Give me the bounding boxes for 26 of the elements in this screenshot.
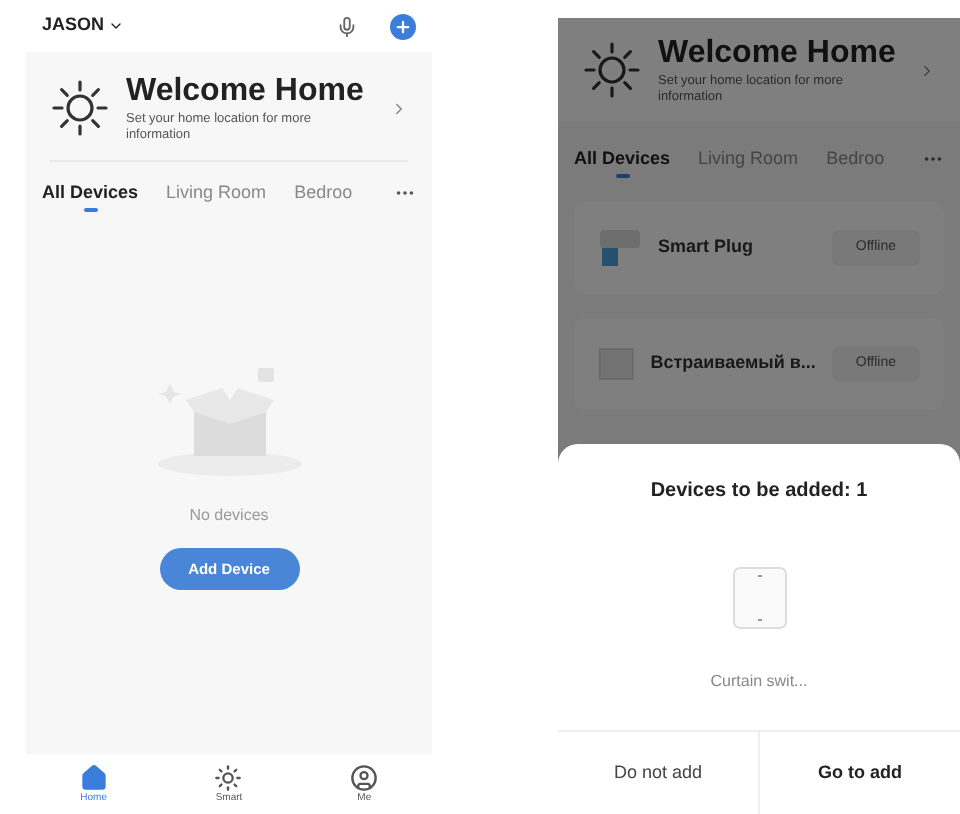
sun-icon [50,78,110,138]
add-icon[interactable] [390,13,416,39]
dialog-title: Devices to be added: 1 [650,478,868,506]
device-name: Curtain swit... [710,670,808,694]
microphone-icon[interactable] [336,15,358,37]
device-name: Встраиваемый в... [650,350,816,377]
chevron-down-icon [108,18,125,34]
sun-icon [214,763,243,791]
device-name: Smart Plug [658,234,756,261]
home-icon [79,763,108,791]
dialog-button[interactable]: Do not add [558,732,758,814]
welcome-title: Welcome Home [658,34,898,74]
chevron-right-icon[interactable] [390,99,408,117]
chevron-right-icon[interactable] [918,61,936,79]
dialog-button[interactable]: Go to add [758,732,960,814]
home-selector[interactable]: JASON [42,12,125,40]
sun-icon [582,40,642,100]
welcome-title: Welcome Home [126,72,366,112]
empty-state-text: No devices [189,504,269,528]
room-tab[interactable]: All Devices [574,146,671,178]
room-tab[interactable]: All Devices [42,180,139,212]
user-icon [350,763,379,791]
curtain-switch-icon [731,566,787,630]
room-tab[interactable]: Living Room [166,180,267,212]
room-tab[interactable]: Bedroo [294,180,353,212]
plug-icon [598,228,642,268]
